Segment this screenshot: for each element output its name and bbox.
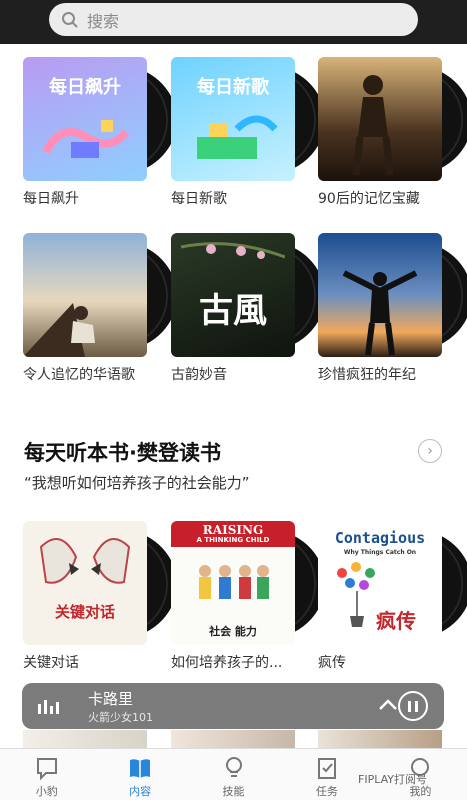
playlist-card[interactable]: 古風 古韵妙音: [171, 233, 331, 384]
pause-button[interactable]: [398, 691, 428, 721]
book-cover: Contagious Why Things Catch On 疯传: [318, 521, 442, 645]
playlist-title: 每日新歌: [171, 191, 227, 207]
tab-skills[interactable]: 技能: [187, 749, 280, 800]
playlist-title: 古韵妙音: [171, 367, 227, 383]
playlist-cover: [23, 233, 147, 357]
tab-label: 技能: [222, 785, 245, 798]
chevron-right-icon: ›: [427, 443, 433, 459]
playlist-card[interactable]: 珍惜疯狂的年纪: [318, 233, 467, 384]
lightbulb-icon: [225, 757, 242, 777]
chat-bubble-icon: [36, 758, 57, 781]
watermark-text: FIPLAY打阅号: [358, 773, 427, 786]
book-cover: RAISING A THINKING CHILD 社会 能力: [171, 521, 295, 645]
playlist-cover: 每日飙升: [23, 57, 147, 181]
tab-label: 任务: [315, 785, 338, 798]
book-title: 疯传: [318, 655, 346, 671]
next-row-cover: [171, 730, 295, 750]
book-card[interactable]: 关键对话 关键对话: [23, 521, 183, 672]
playlist-title: 珍惜疯狂的年纪: [318, 367, 416, 383]
cover-cn-title: 社会 能力: [209, 625, 257, 638]
tab-content[interactable]: 内容: [93, 749, 186, 800]
tab-xiaobao[interactable]: 小豹: [0, 749, 93, 800]
tab-label: 内容: [129, 785, 152, 798]
cover-title: 古風: [199, 291, 267, 331]
track-title: 卡路里: [88, 690, 134, 708]
tab-label: 小豹: [35, 785, 58, 798]
section-subtitle: “我想听如何培养孩子的社会能力”: [24, 474, 250, 492]
book-title: 关键对话: [23, 655, 79, 671]
cover-cn-title: 疯传: [376, 609, 416, 633]
playlist-cover: [318, 233, 442, 357]
playlist-card[interactable]: 每日新歌 每日新歌: [171, 57, 331, 208]
cover-title: 每日飙升: [49, 77, 121, 98]
search-icon: [62, 11, 78, 28]
playlist-card[interactable]: 令人追忆的华语歌: [23, 233, 183, 384]
playlist-cover: 古風: [171, 233, 295, 357]
book-icon: [130, 759, 151, 778]
cover-title: RAISING: [202, 523, 264, 537]
book-cover: 关键对话: [23, 521, 147, 645]
playlist-cover: [318, 57, 442, 181]
chevron-up-icon[interactable]: [378, 697, 398, 713]
cover-title: 关键对话: [54, 603, 115, 621]
cover-subtitle: A THINKING CHILD: [196, 536, 270, 544]
playlist-title: 90后的记忆宝藏: [318, 191, 420, 207]
top-bar: 搜索: [0, 0, 467, 44]
audio-bars-icon: [38, 700, 59, 714]
playlist-card[interactable]: 每日飙升 每日飙升: [23, 57, 183, 208]
playlist-title: 令人追忆的华语歌: [23, 367, 135, 383]
track-artist: 火箭少女101: [88, 711, 153, 724]
book-title: 如何培养孩子的...: [171, 655, 283, 671]
more-button[interactable]: ›: [418, 439, 442, 463]
cover-title: Contagious: [334, 529, 426, 547]
cover-subtitle: Why Things Catch On: [343, 549, 417, 556]
next-row-cover: [318, 730, 442, 750]
section-title: 每天听本书·樊登读书: [24, 441, 221, 465]
playlist-cover: 每日新歌: [171, 57, 295, 181]
cover-title: 每日新歌: [197, 77, 269, 98]
clipboard-icon: [317, 758, 336, 779]
search-placeholder: 搜索: [87, 11, 120, 31]
book-card[interactable]: Contagious Why Things Catch On 疯传 疯传: [318, 521, 467, 672]
book-card[interactable]: RAISING A THINKING CHILD 社会 能力 如何培养孩子的..…: [171, 521, 331, 672]
playlist-title: 每日飙升: [23, 191, 79, 207]
pause-icon: [408, 700, 411, 712]
next-row-cover: [23, 730, 147, 750]
playlist-card[interactable]: 90后的记忆宝藏: [318, 57, 467, 208]
mini-player[interactable]: 卡路里 火箭少女101: [22, 683, 444, 729]
search-bar[interactable]: 搜索: [49, 3, 418, 36]
